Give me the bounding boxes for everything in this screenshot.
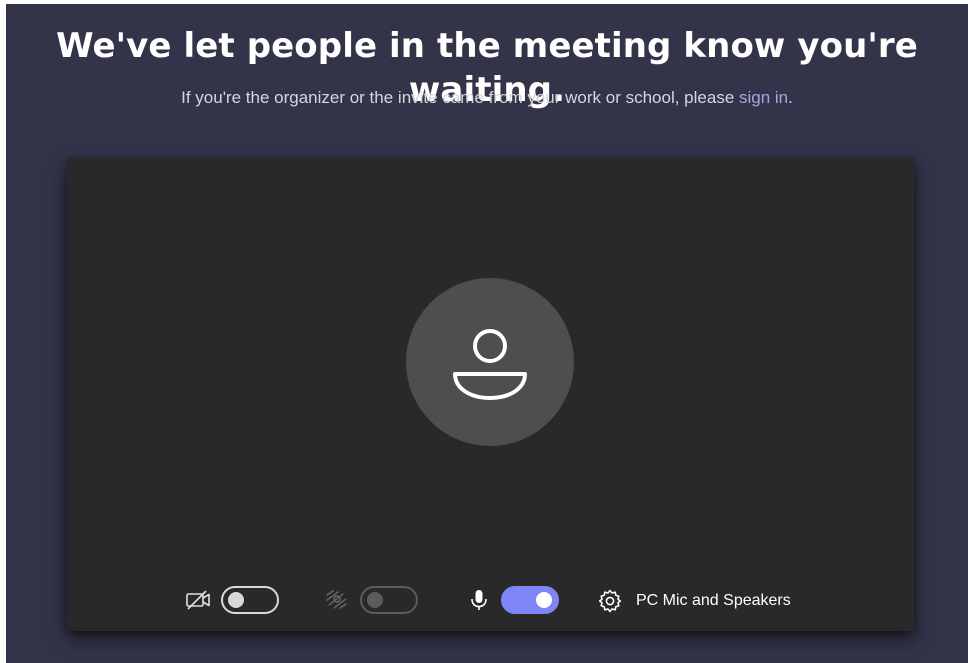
device-settings-label: PC Mic and Speakers: [636, 592, 791, 609]
pre-join-screen: We've let people in the meeting know you…: [6, 4, 968, 663]
background-effects-toggle-knob: [367, 592, 383, 608]
person-icon: [453, 329, 527, 400]
sign-in-prompt-text: If you're the organizer or the invite ca…: [181, 88, 739, 107]
sign-in-prompt-period: .: [788, 88, 793, 107]
sign-in-link[interactable]: sign in: [739, 88, 788, 107]
background-blur-icon: [326, 590, 347, 609]
microphone-icon: [471, 590, 487, 610]
camera-toggle-knob: [228, 592, 244, 608]
microphone-toggle-knob: [536, 592, 552, 608]
camera-toggle[interactable]: [221, 586, 279, 614]
device-controls-bar: PC Mic and Speakers: [67, 582, 914, 618]
avatar: [406, 278, 574, 446]
gear-icon: [598, 589, 622, 613]
background-effects-toggle[interactable]: [360, 586, 418, 614]
video-preview: PC Mic and Speakers: [67, 158, 914, 631]
camera-off-icon: [186, 590, 210, 610]
microphone-toggle[interactable]: [501, 586, 559, 614]
sign-in-prompt: If you're the organizer or the invite ca…: [6, 86, 968, 110]
